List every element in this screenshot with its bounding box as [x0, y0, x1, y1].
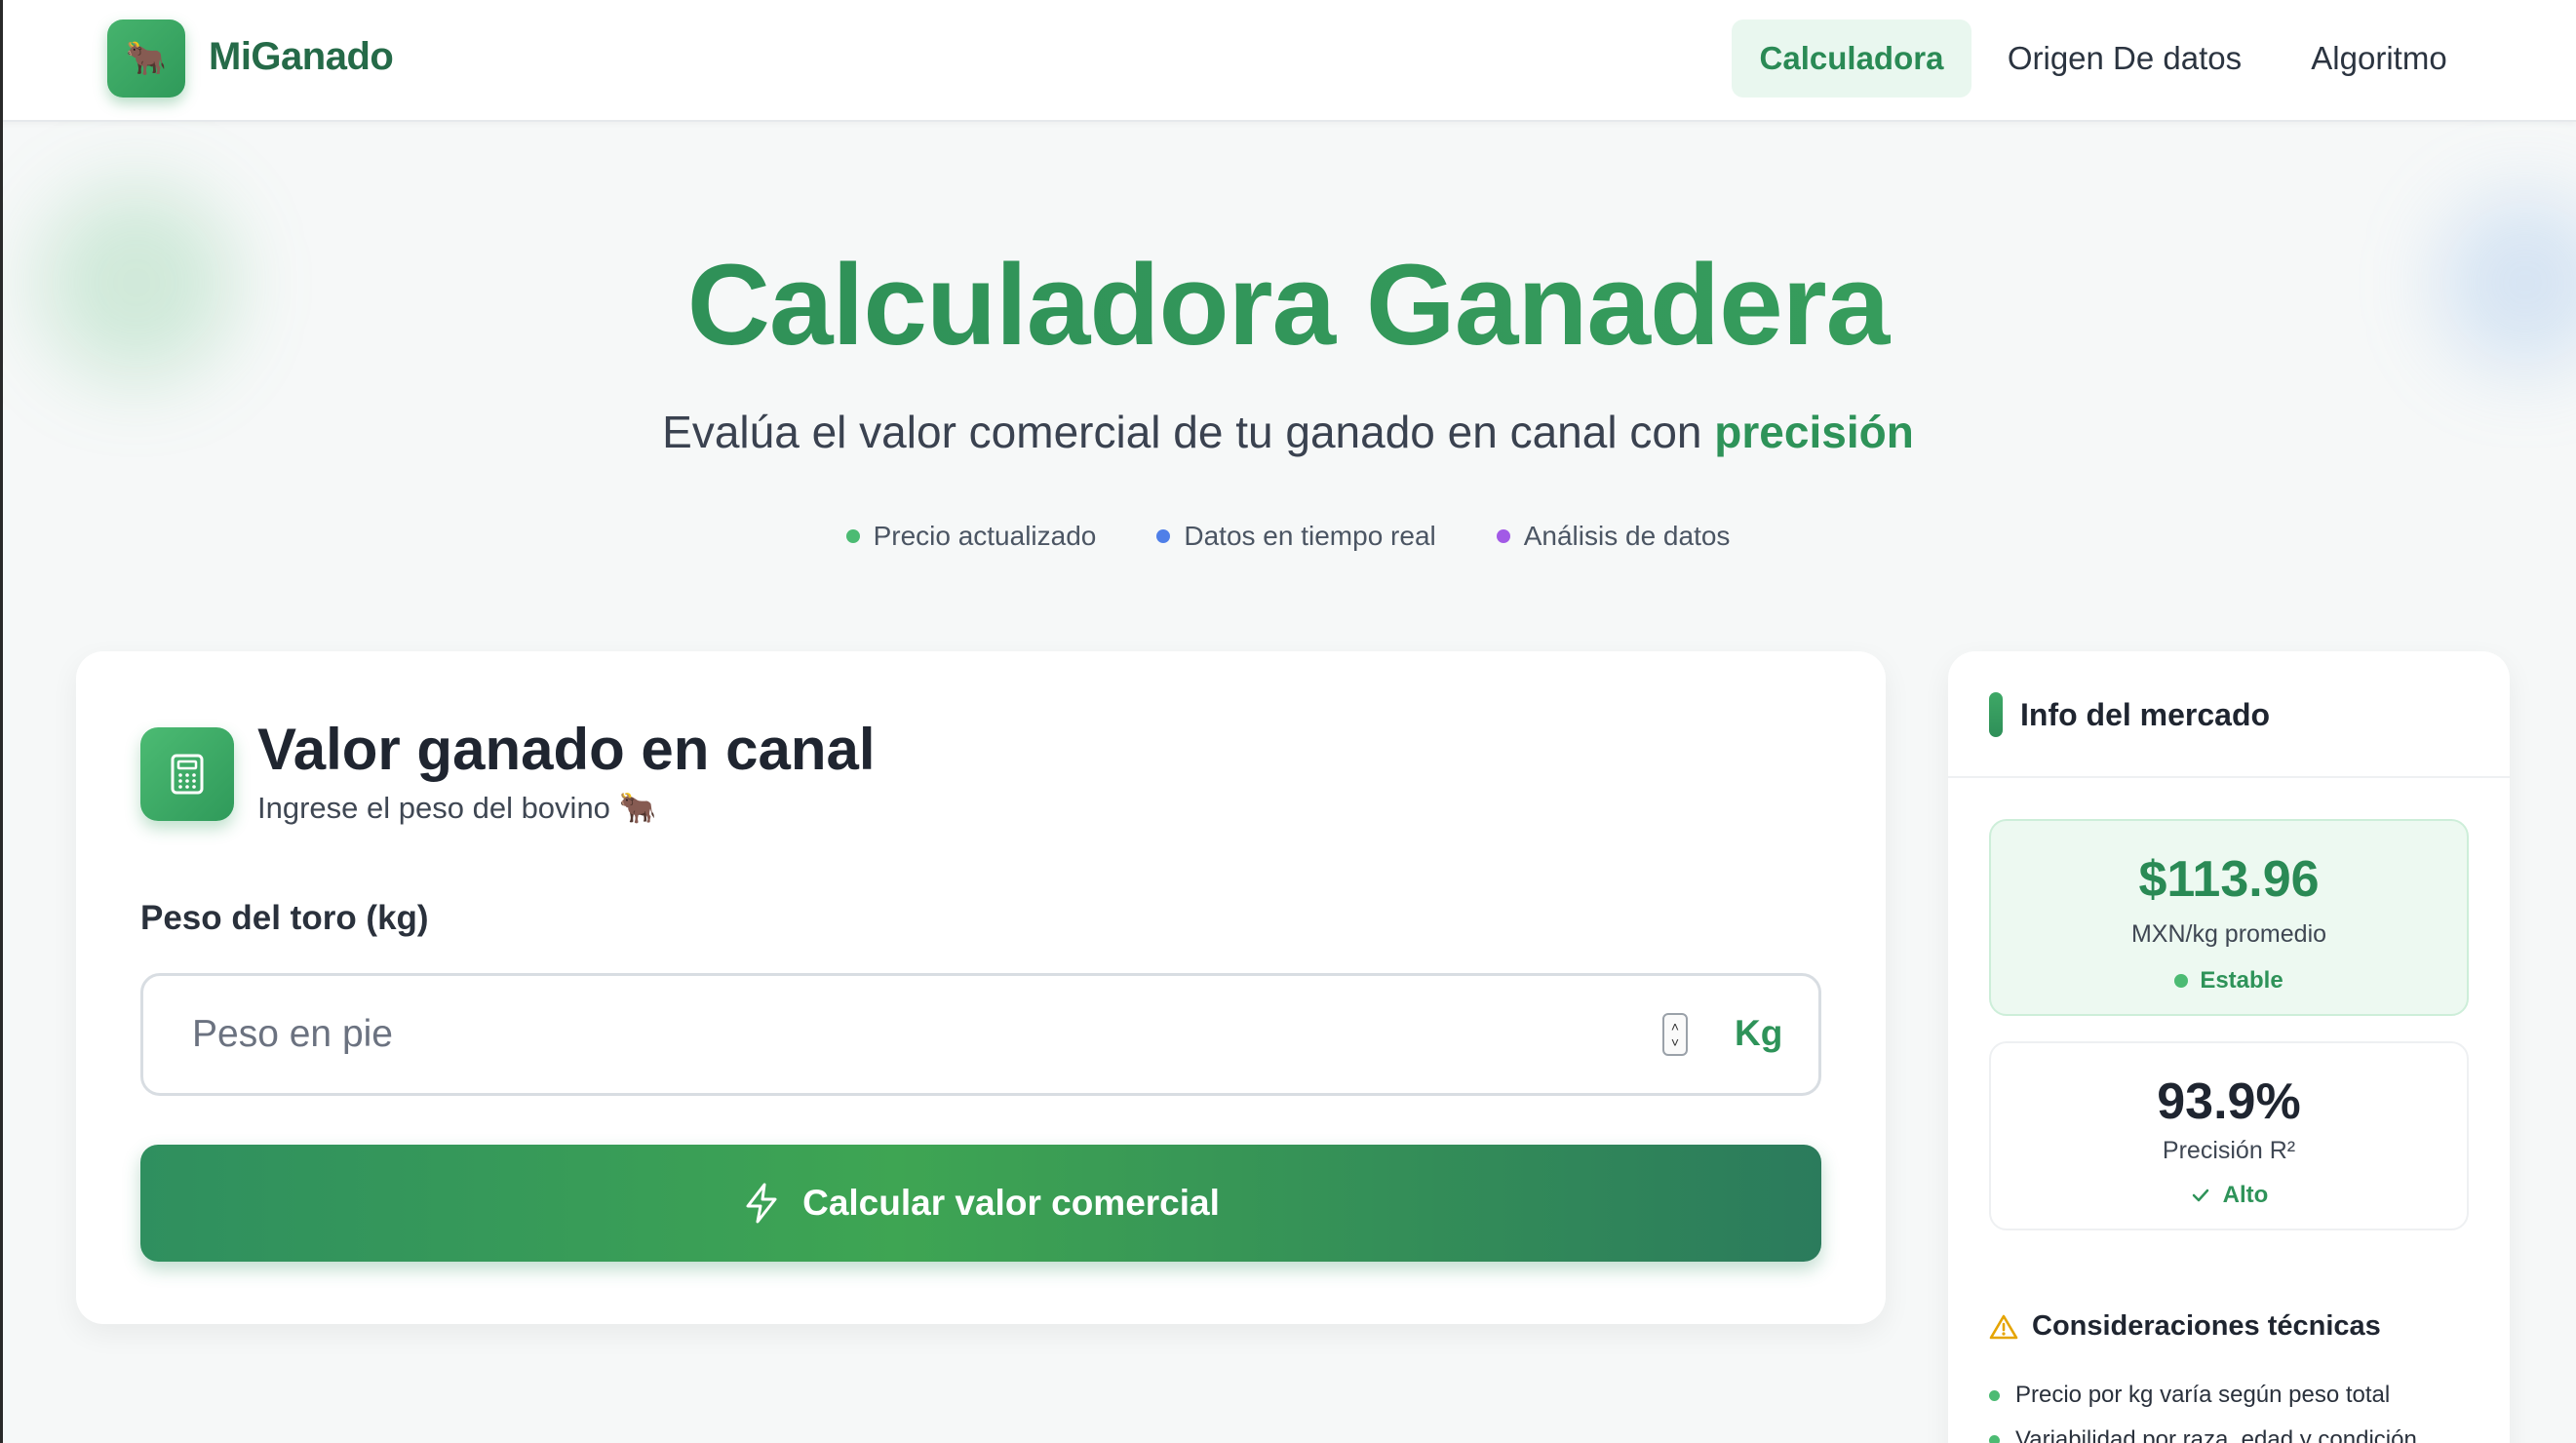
chevron-up-icon[interactable]: ˄ [1671, 1019, 1679, 1034]
status-dot-icon [2174, 974, 2189, 988]
calculate-button-label: Calcular valor comercial [802, 1183, 1220, 1223]
calculator-subtitle: Ingrese el peso del bovino 🐂 [257, 791, 657, 825]
chevron-down-icon[interactable]: ˅ [1671, 1034, 1679, 1050]
consideration-text: Precio por kg varía según peso total [2015, 1382, 2391, 1408]
considerations-title: Consideraciones técnicas [2032, 1310, 2381, 1342]
feature-label: Precio actualizado [873, 521, 1097, 551]
price-stat-box: $113.96 MXN/kg promedio Estable [1989, 819, 2469, 1016]
precision-status-label: Alto [2222, 1182, 2269, 1208]
subtitle-text: Evalúa el valor comercial de tu ganado e… [662, 407, 1702, 457]
number-stepper[interactable]: ˄ ˅ [1662, 1013, 1688, 1056]
price-value: $113.96 [2138, 851, 2320, 908]
feature-item: Análisis de datos [1496, 521, 1731, 552]
precision-status: Alto [1991, 1182, 2467, 1209]
cow-icon[interactable]: 🐂 [107, 20, 185, 98]
feature-list: Precio actualizado Datos en tiempo real … [0, 521, 2576, 552]
accent-bar [1989, 692, 2003, 737]
warning-icon [1989, 1314, 2018, 1339]
weight-input[interactable] [192, 997, 1655, 1072]
considerations-heading: Consideraciones técnicas [1989, 1310, 2381, 1343]
weight-input-wrapper: ˄ ˅ Kg [140, 973, 1821, 1096]
precision-value: 93.9% [2157, 1073, 2301, 1130]
calculator-title: Valor ganado en canal [257, 717, 876, 782]
feature-item: Precio actualizado [845, 521, 1097, 552]
precision-label: Precisión R² [2162, 1137, 2296, 1164]
list-item: Variabilidad por raza, edad y condición [1989, 1418, 2477, 1443]
market-info-card: Info del mercado $113.96 MXN/kg promedio… [1948, 651, 2510, 1443]
blue-dot-icon [1156, 529, 1171, 543]
market-info-title: Info del mercado [2020, 697, 2271, 732]
page-title: Calculadora Ganadera [0, 239, 2576, 371]
consideration-text: Variabilidad por raza, edad y condición [2015, 1426, 2417, 1443]
list-item: Precio por kg varía según peso total [1989, 1373, 2477, 1418]
nav-item-calculadora[interactable]: Calculadora [1732, 20, 1971, 98]
calculate-button[interactable]: Calcular valor comercial [140, 1145, 1821, 1262]
nav-item-origen-de-datos[interactable]: Origen De datos [1989, 20, 2260, 98]
bullet-icon [1989, 1434, 2000, 1443]
window-edge [0, 0, 3, 1443]
page-subtitle: Evalúa el valor comercial de tu ganado e… [0, 406, 2576, 458]
price-label: MXN/kg promedio [2130, 920, 2327, 948]
feature-label: Análisis de datos [1523, 521, 1731, 551]
nav-item-algoritmo[interactable]: Algoritmo [2291, 20, 2467, 98]
lightning-icon [746, 1183, 777, 1224]
green-dot-icon [845, 529, 860, 543]
calculator-card: Valor ganado en canal Ingrese el peso de… [76, 651, 1886, 1324]
price-status-label: Estable [2200, 967, 2283, 994]
feature-item: Datos en tiempo real [1156, 521, 1436, 552]
brand-name[interactable]: MiGanado [209, 35, 394, 79]
bullet-icon [1989, 1389, 2000, 1401]
market-info-header: Info del mercado [1948, 651, 2510, 778]
precision-stat-box: 93.9% Precisión R² Alto [1989, 1041, 2469, 1230]
price-status: Estable [1991, 967, 2467, 994]
calculator-icon [140, 727, 234, 821]
check-icon [2192, 1189, 2208, 1202]
unit-label: Kg [1735, 1013, 1783, 1053]
considerations-list: Precio por kg varía según peso total Var… [1989, 1373, 2477, 1443]
feature-label: Datos en tiempo real [1184, 521, 1436, 551]
subtitle-accent: precisión [1714, 407, 1914, 457]
weight-field-label: Peso del toro (kg) [140, 899, 429, 937]
purple-dot-icon [1496, 529, 1510, 543]
navbar: 🐂 MiGanado Calculadora Origen De datos A… [0, 0, 2576, 122]
